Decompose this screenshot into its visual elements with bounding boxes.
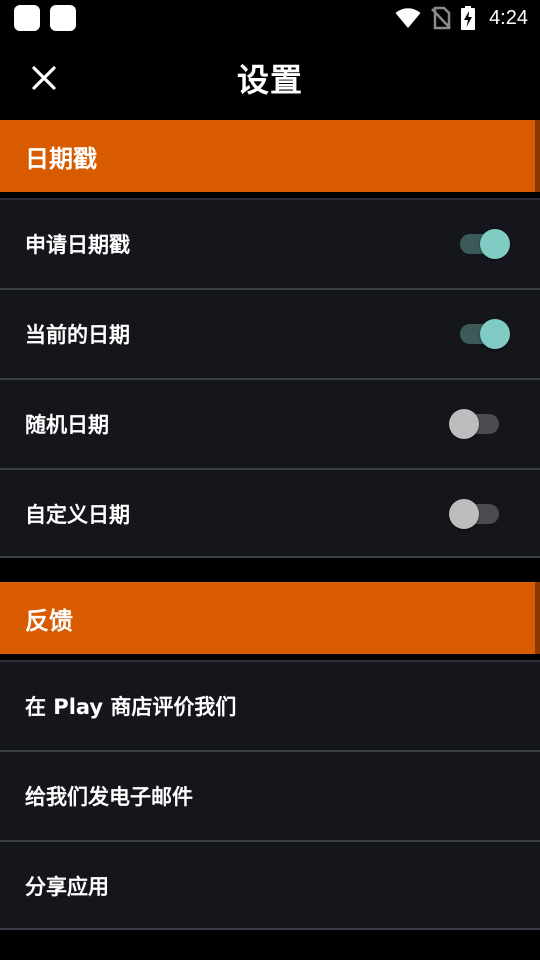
section-title: 日期戳 [25,144,97,173]
rate-on-play-store-item[interactable]: 在 Play 商店评价我们 [0,662,540,750]
setting-label: 在 Play 商店评价我们 [25,695,237,719]
page-title: 设置 [236,61,303,99]
close-icon [32,66,56,90]
setting-random-date[interactable]: 随机日期 [0,380,540,468]
setting-apply-date-stamp[interactable]: 申请日期戳 [0,200,540,288]
wifi-icon [395,7,421,29]
setting-custom-date[interactable]: 自定义日期 [0,470,540,558]
section-header-feedback: 反馈 [0,582,540,654]
setting-label: 自定义日期 [25,503,130,527]
current-date-toggle[interactable] [454,314,510,354]
status-bar: 4:24 [0,0,540,36]
setting-label: 申请日期戳 [25,233,130,257]
battery-charging-icon [461,6,476,30]
email-us-item[interactable]: 给我们发电子邮件 [0,752,540,840]
bottom-fill [0,930,540,960]
app-bar: 设置 [0,36,540,120]
close-button[interactable] [22,56,66,100]
status-time: 4:24 [489,6,528,29]
toggle-thumb [480,319,510,349]
section-title: 反馈 [25,606,73,635]
setting-label: 分享应用 [25,875,109,899]
app-notification-icon [50,5,76,31]
toggle-thumb [449,499,479,529]
setting-label: 给我们发电子邮件 [25,785,193,809]
random-date-toggle[interactable] [449,404,505,444]
app-notification-icon [14,5,40,31]
toggle-thumb [480,229,510,259]
section-header-date-stamp: 日期戳 [0,120,540,192]
setting-label: 当前的日期 [25,323,130,347]
no-sim-icon [431,6,451,30]
share-app-item[interactable]: 分享应用 [0,842,540,930]
toggle-thumb [449,409,479,439]
setting-current-date[interactable]: 当前的日期 [0,290,540,378]
apply-date-stamp-toggle[interactable] [454,224,510,264]
divider [0,556,540,558]
status-icons: 4:24 [395,4,528,32]
custom-date-toggle[interactable] [449,494,505,534]
setting-label: 随机日期 [25,413,109,437]
